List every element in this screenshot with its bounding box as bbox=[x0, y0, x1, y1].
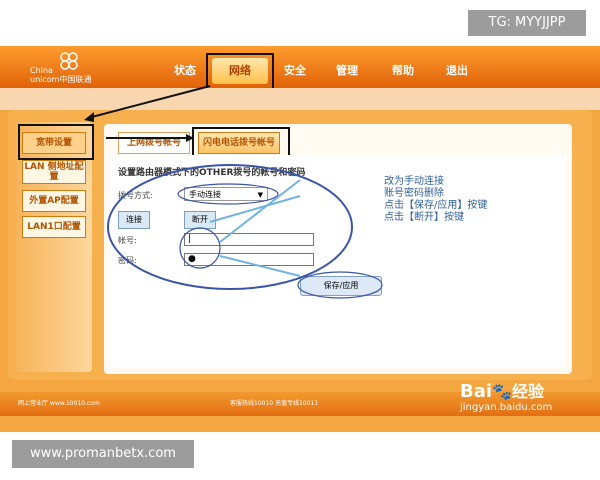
baidu-site: jingyan.baidu.com bbox=[460, 402, 553, 413]
baidu-brand: Bai bbox=[460, 381, 493, 402]
baidu-watermark: Bai🐾经验 jingyan.baidu.com bbox=[460, 378, 552, 413]
annotation-ellipse-inputs bbox=[179, 227, 221, 269]
footer-middle-text: 客服热线10010 充值专线10011 bbox=[230, 400, 319, 407]
arrow-head-sidebar bbox=[84, 112, 94, 122]
arrow-to-disconnect bbox=[209, 195, 301, 223]
arrow-head-tab bbox=[186, 134, 194, 142]
baidu-paw-icon: 🐾 bbox=[492, 382, 512, 401]
baidu-brand-suffix: 经验 bbox=[511, 382, 544, 401]
bottom-watermark: www.promanbetx.com bbox=[12, 440, 194, 468]
footer-left-text: 网上营业厅 www.10010.com bbox=[18, 400, 100, 407]
arrow-network-to-sidebar bbox=[87, 85, 211, 119]
arrow-to-account bbox=[219, 179, 301, 243]
annotation-ellipse-mode bbox=[177, 183, 279, 205]
arrow-to-save bbox=[219, 255, 301, 277]
annotation-ellipse-save bbox=[297, 271, 383, 299]
